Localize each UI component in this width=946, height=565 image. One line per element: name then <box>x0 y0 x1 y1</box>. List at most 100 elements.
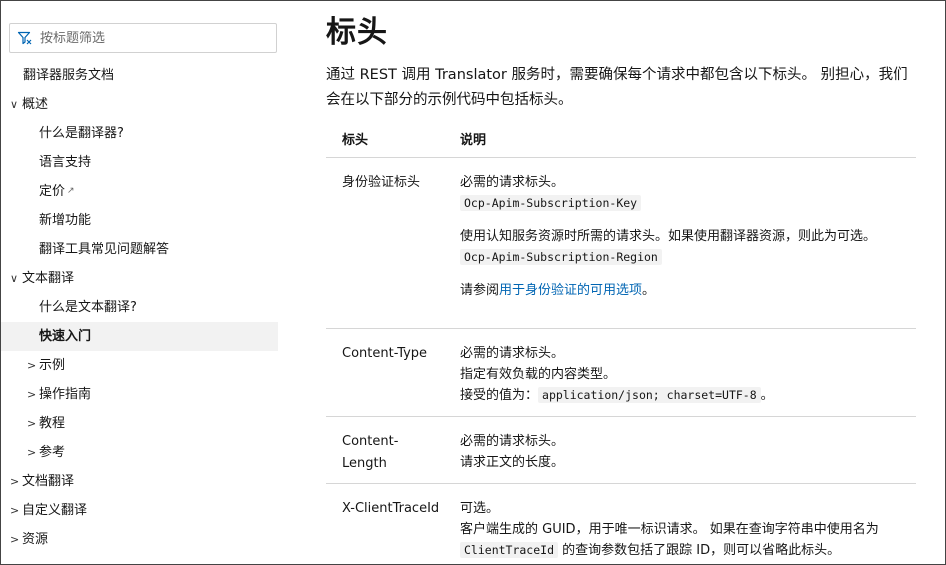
description-text: 的查询参数包括了跟踪 ID，则可以省略此标头。 <box>558 543 841 558</box>
headers-table: 标头 说明 身份验证标头 必需的请求标头。 Ocp-Apim-Subscriptio… <box>326 121 916 564</box>
description-line: Ocp-Apim-Subscription-Key <box>460 193 916 214</box>
sidebar-item-label: 文本翻译 <box>22 271 75 286</box>
inline-code: ClientTraceId <box>460 542 559 558</box>
sidebar-item-label: 什么是文本翻译? <box>39 300 137 315</box>
description-text: 。 <box>642 283 656 298</box>
sidebar-item-label: 概述 <box>22 97 49 112</box>
sidebar-item[interactable]: > 教程 <box>1 409 291 438</box>
chevron-right-icon: > <box>10 533 20 546</box>
description-text: 必需的请求标头。 <box>460 175 565 190</box>
header-name-cell: 身份验证标头 <box>342 175 421 190</box>
header-name-cell: X-ClientTraceId <box>342 501 440 516</box>
filter-box[interactable] <box>9 23 277 53</box>
sidebar-item-label: 翻译器服务文档 <box>23 68 115 83</box>
description-text: 接受的值为： <box>460 388 539 403</box>
chevron-right-icon: > <box>27 446 37 459</box>
sidebar-item[interactable]: 快速入门 <box>1 322 278 351</box>
sidebar-item-label: 操作指南 <box>39 387 92 402</box>
description-text: 请求正文的长度。 <box>460 455 565 470</box>
chevron-right-icon: > <box>27 359 37 372</box>
chevron-right-icon: > <box>27 417 37 430</box>
sidebar-item[interactable]: 新增功能 <box>1 206 291 235</box>
chevron-right-icon: > <box>10 504 20 517</box>
sidebar: 翻译器服务文档∨概述什么是翻译器?语言支持定价↗新增功能翻译工具常见问题解答∨文… <box>1 1 291 564</box>
filter-icon <box>17 30 33 46</box>
table-row: X-ClientTraceId 可选。客户端生成的 GUID，用于唯一标识请求。 … <box>326 484 916 564</box>
sidebar-item[interactable]: ∨ 文本翻译 <box>1 264 291 293</box>
description-cell: 必需的请求标头。 请求正文的长度。 <box>460 431 916 473</box>
chevron-down-icon: ∨ <box>10 272 19 285</box>
description-line: Ocp-Apim-Subscription-Region <box>460 247 916 268</box>
sidebar-item-label: 翻译工具常见问题解答 <box>39 242 170 257</box>
inline-code: Ocp-Apim-Subscription-Region <box>460 249 662 265</box>
chevron-right-icon: > <box>27 388 37 401</box>
sidebar-item-label: 语言支持 <box>39 155 92 170</box>
description-line: 必需的请求标头。 <box>460 431 916 452</box>
description-text: 请参阅 <box>460 283 500 298</box>
description-text: 可选。 <box>460 501 500 516</box>
sidebar-item[interactable]: > 自定义翻译 <box>1 496 291 525</box>
description-line: 必需的请求标头。 <box>460 172 916 193</box>
description-text: 客户端生成的 GUID，用于唯一标识请求。 如果在查询字符串中使用名为 <box>460 522 879 537</box>
sidebar-item[interactable]: > 参考 <box>1 438 291 467</box>
external-link-icon: ↗ <box>67 186 75 196</box>
table-row: 身份验证标头 必需的请求标头。 Ocp-Apim-Subscription-Key 使… <box>326 158 916 329</box>
sidebar-item-label: 文档翻译 <box>22 474 75 489</box>
description-cell: 必需的请求标头。 Ocp-Apim-Subscription-Key 使用认知服务资… <box>460 172 916 301</box>
intro-paragraph: 通过 REST 调用 Translator 服务时，需要确保每个请求中都包含以下… <box>326 67 908 108</box>
inline-code: application/json; charset=UTF-8 <box>538 387 761 403</box>
sidebar-item-label: 自定义翻译 <box>22 503 88 518</box>
description-line: 请参阅用于身份验证的可用选项。 <box>460 280 916 301</box>
description-text: 指定有效负载的内容类型。 <box>460 367 617 382</box>
chevron-right-icon: > <box>10 475 20 488</box>
sidebar-item-label: 参考 <box>39 445 66 460</box>
page-title: 标头 <box>326 15 388 50</box>
sidebar-item[interactable]: 翻译器服务文档 <box>1 61 291 90</box>
description-text: 。 <box>760 388 774 403</box>
sidebar-item[interactable]: > 操作指南 <box>1 380 291 409</box>
description-line: 使用认知服务资源时所需的请求头。如果使用翻译器资源，则此为可选。 <box>460 226 916 247</box>
sidebar-item[interactable]: > 资源 <box>1 525 291 554</box>
column-header-name: 标头 <box>342 133 369 148</box>
description-line: 指定有效负载的内容类型。 <box>460 364 916 385</box>
sidebar-item[interactable]: ∨ 概述 <box>1 90 291 119</box>
description-cell: 必需的请求标头。 指定有效负载的内容类型。 接受的值为： application/js… <box>460 343 916 406</box>
description-line: 可选。 <box>460 498 916 519</box>
sidebar-item[interactable]: 语言支持 <box>1 148 291 177</box>
description-text: 必需的请求标头。 <box>460 434 565 449</box>
sidebar-item[interactable]: 定价 ↗ <box>1 177 291 206</box>
sidebar-item[interactable]: > 文档翻译 <box>1 467 291 496</box>
main-content: 标头 通过 REST 调用 Translator 服务时，需要确保每个请求中都包… <box>326 1 926 564</box>
description-line: ClientTraceId 的查询参数包括了跟踪 ID，则可以省略此标头。 <box>460 540 916 561</box>
page-frame: 翻译器服务文档∨概述什么是翻译器?语言支持定价↗新增功能翻译工具常见问题解答∨文… <box>0 0 946 565</box>
description-line: 必需的请求标头。 <box>460 343 916 364</box>
description-cell: 可选。客户端生成的 GUID，用于唯一标识请求。 如果在查询字符串中使用名为 Cl… <box>460 498 916 561</box>
sidebar-item-label: 什么是翻译器? <box>39 126 124 141</box>
sidebar-item[interactable]: 翻译工具常见问题解答 <box>1 235 291 264</box>
sidebar-item-label: 定价 <box>39 184 66 199</box>
sidebar-item[interactable]: 什么是翻译器? <box>1 119 291 148</box>
auth-options-link[interactable]: 用于身份验证的可用选项 <box>499 283 642 298</box>
filter-input[interactable] <box>40 30 260 46</box>
sidebar-nav: 翻译器服务文档 ∨ 概述 什么是翻译器? 语言支持 定价 ↗ 新增功能 翻译工具常见问题解答 ∨ 文… <box>1 61 291 554</box>
sidebar-item[interactable]: 什么是文本翻译? <box>1 293 291 322</box>
description-line: 客户端生成的 GUID，用于唯一标识请求。 如果在查询字符串中使用名为 <box>460 519 916 540</box>
description-text: 使用认知服务资源时所需的请求头。如果使用翻译器资源，则此为可选。 <box>460 229 877 244</box>
inline-code: Ocp-Apim-Subscription-Key <box>460 195 642 211</box>
table-row: Content-Type 必需的请求标头。 指定有效负载的内容类型。 接受的值为： ap… <box>326 329 916 417</box>
description-line: 请求正文的长度。 <box>460 452 916 473</box>
sidebar-item-label: 示例 <box>39 358 66 373</box>
sidebar-item-label: 资源 <box>22 532 49 547</box>
sidebar-item-label: 教程 <box>39 416 66 431</box>
description-text: 必需的请求标头。 <box>460 346 565 361</box>
sidebar-item[interactable]: > 示例 <box>1 351 291 380</box>
chevron-down-icon: ∨ <box>10 98 19 111</box>
sidebar-item-label: 快速入门 <box>39 329 92 344</box>
table-header-row: 标头 说明 <box>326 121 916 158</box>
header-name-cell: Content-Length <box>342 434 399 471</box>
table-row: Content-Length 必需的请求标头。 请求正文的长度。 <box>326 417 916 484</box>
sidebar-item-label: 新增功能 <box>39 213 92 228</box>
description-line: 接受的值为： application/json; charset=UTF-8。 <box>460 385 916 406</box>
